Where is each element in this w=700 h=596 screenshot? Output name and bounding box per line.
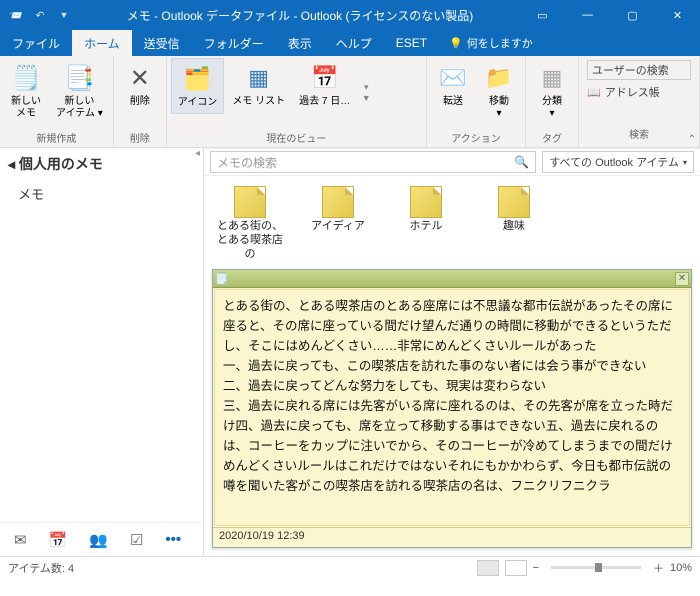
- note-preview-titlebar[interactable]: 🗒️ ✕: [213, 270, 691, 288]
- tell-me-label: 何をしますか: [467, 35, 533, 51]
- folder-pane: ◂ 個人用のメモ メモ ✉ 📅 👥 ☑ •••: [0, 148, 204, 556]
- new-memo-button[interactable]: 🗒️ 新しい メモ: [4, 58, 48, 124]
- tab-file[interactable]: ファイル: [0, 30, 72, 56]
- tasks-nav-icon[interactable]: ☑: [130, 531, 143, 549]
- pane-resize-icon[interactable]: ◂: [195, 148, 200, 159]
- note-item[interactable]: 趣味: [480, 186, 548, 261]
- group-label-view: 現在のビュー: [171, 128, 422, 147]
- tab-home[interactable]: ホーム: [72, 30, 132, 56]
- search-icon: 🔍: [514, 155, 529, 169]
- undo-icon[interactable]: ↶: [28, 3, 52, 27]
- group-label-delete: 削除: [118, 128, 162, 147]
- sticky-note-icon: [234, 186, 266, 218]
- more-nav-icon[interactable]: •••: [165, 531, 181, 548]
- address-book-icon: 📖: [587, 86, 601, 99]
- sticky-note-icon: [410, 186, 442, 218]
- tab-eset[interactable]: ESET: [384, 30, 439, 56]
- view-more-button[interactable]: ▾▼: [358, 58, 374, 103]
- zoom-out-icon[interactable]: −: [533, 562, 539, 574]
- zoom-in-icon[interactable]: ＋: [653, 560, 664, 576]
- zoom-level: 10%: [670, 562, 692, 574]
- status-bar: アイテム数: 4 − ＋ 10%: [0, 556, 700, 578]
- calendar-nav-icon[interactable]: 📅: [49, 531, 68, 549]
- close-button[interactable]: ✕: [655, 0, 700, 30]
- view-normal-icon[interactable]: [477, 560, 499, 576]
- tab-help[interactable]: ヘルプ: [324, 30, 384, 56]
- tab-folder[interactable]: フォルダー: [192, 30, 276, 56]
- item-count: アイテム数: 4: [8, 560, 74, 576]
- forward-button[interactable]: ✉️ 転送: [431, 58, 475, 112]
- move-icon: 📁: [483, 62, 515, 94]
- zoom-slider[interactable]: [551, 566, 641, 569]
- mail-nav-icon[interactable]: ✉: [14, 531, 27, 549]
- search-placeholder: メモの検索: [217, 154, 277, 171]
- search-input[interactable]: メモの検索 🔍: [210, 151, 536, 173]
- folder-header[interactable]: ◂ 個人用のメモ: [0, 148, 203, 180]
- view-memolist-button[interactable]: ▦ メモ リスト: [226, 58, 291, 112]
- note-item[interactable]: とある街の、とある喫茶店の: [216, 186, 284, 261]
- tab-view[interactable]: 表示: [276, 30, 324, 56]
- ribbon-options-icon[interactable]: ▭: [520, 0, 565, 30]
- collapse-ribbon-icon[interactable]: ⌃: [688, 134, 696, 145]
- category-icon: ▦: [536, 62, 568, 94]
- new-item-icon: 📑: [63, 62, 95, 94]
- group-label-actions: アクション: [431, 128, 521, 147]
- lightbulb-icon: 💡: [449, 37, 463, 50]
- ribbon-tabs: ファイル ホーム 送受信 フォルダー 表示 ヘルプ ESET 💡 何をしますか: [0, 30, 700, 56]
- note-item[interactable]: アイディア: [304, 186, 372, 261]
- new-item-button[interactable]: 📑 新しい アイテム ▾: [50, 58, 109, 124]
- app-icon: 📨: [4, 3, 28, 27]
- sticky-note-icon: [498, 186, 530, 218]
- list-view-icon: ▦: [243, 62, 275, 94]
- note-body[interactable]: とある街の、とある喫茶店のとある座席には不思議な都市伝説があったその席に座ると、…: [214, 289, 690, 526]
- icons-view-icon: 🗂️: [182, 63, 214, 95]
- people-nav-icon[interactable]: 👥: [89, 531, 108, 549]
- note-grid: とある街の、とある喫茶店の アイディア ホテル 趣味: [204, 176, 700, 265]
- user-search-box[interactable]: ユーザーの検索: [587, 60, 691, 80]
- view-last7-button[interactable]: 📅 過去 7 日…: [293, 58, 356, 112]
- qat-dropdown-icon[interactable]: ▼: [52, 3, 76, 27]
- delete-button[interactable]: ✕ 削除: [118, 58, 162, 112]
- window-title: メモ - Outlook データファイル - Outlook (ライセンスのない…: [80, 7, 520, 24]
- category-button[interactable]: ▦ 分類 ▾: [530, 58, 574, 124]
- move-button[interactable]: 📁 移動 ▾: [477, 58, 521, 124]
- tab-sendrecv[interactable]: 送受信: [132, 30, 192, 56]
- note-pin-icon: 🗒️: [215, 272, 229, 285]
- navigation-bar: ✉ 📅 👥 ☑ •••: [0, 522, 203, 556]
- sticky-note-icon: [322, 186, 354, 218]
- chevron-down-icon: ▾: [683, 158, 687, 167]
- minimize-button[interactable]: —: [565, 0, 610, 30]
- search-scope-dropdown[interactable]: すべての Outlook アイテム ▾: [542, 151, 694, 173]
- chevron-down-icon: ▾▼: [362, 82, 371, 103]
- forward-icon: ✉️: [437, 62, 469, 94]
- ribbon: 🗒️ 新しい メモ 📑 新しい アイテム ▾ 新規作成 ✕ 削除 削除 🗂️ ア…: [0, 56, 700, 148]
- delete-icon: ✕: [124, 62, 156, 94]
- group-label-tag: タグ: [530, 128, 574, 147]
- address-book-button[interactable]: 📖アドレス帳: [587, 82, 660, 102]
- note-close-icon[interactable]: ✕: [675, 272, 689, 286]
- group-label-search: 検索: [587, 124, 691, 143]
- folder-item-memo[interactable]: メモ: [0, 180, 203, 207]
- view-icons-button[interactable]: 🗂️ アイコン: [171, 58, 225, 114]
- calendar-icon: 📅: [309, 62, 341, 94]
- tell-me-search[interactable]: 💡 何をしますか: [439, 30, 543, 56]
- title-bar: 📨 ↶ ▼ メモ - Outlook データファイル - Outlook (ライ…: [0, 0, 700, 30]
- note-item[interactable]: ホテル: [392, 186, 460, 261]
- note-icon: 🗒️: [10, 62, 42, 94]
- view-reading-icon[interactable]: [505, 560, 527, 576]
- note-timestamp: 2020/10/19 12:39: [213, 527, 691, 547]
- group-label-new: 新規作成: [4, 128, 109, 147]
- note-preview: 🗒️ ✕ とある街の、とある喫茶店のとある座席には不思議な都市伝説があったその席…: [212, 269, 692, 548]
- maximize-button[interactable]: ▢: [610, 0, 655, 30]
